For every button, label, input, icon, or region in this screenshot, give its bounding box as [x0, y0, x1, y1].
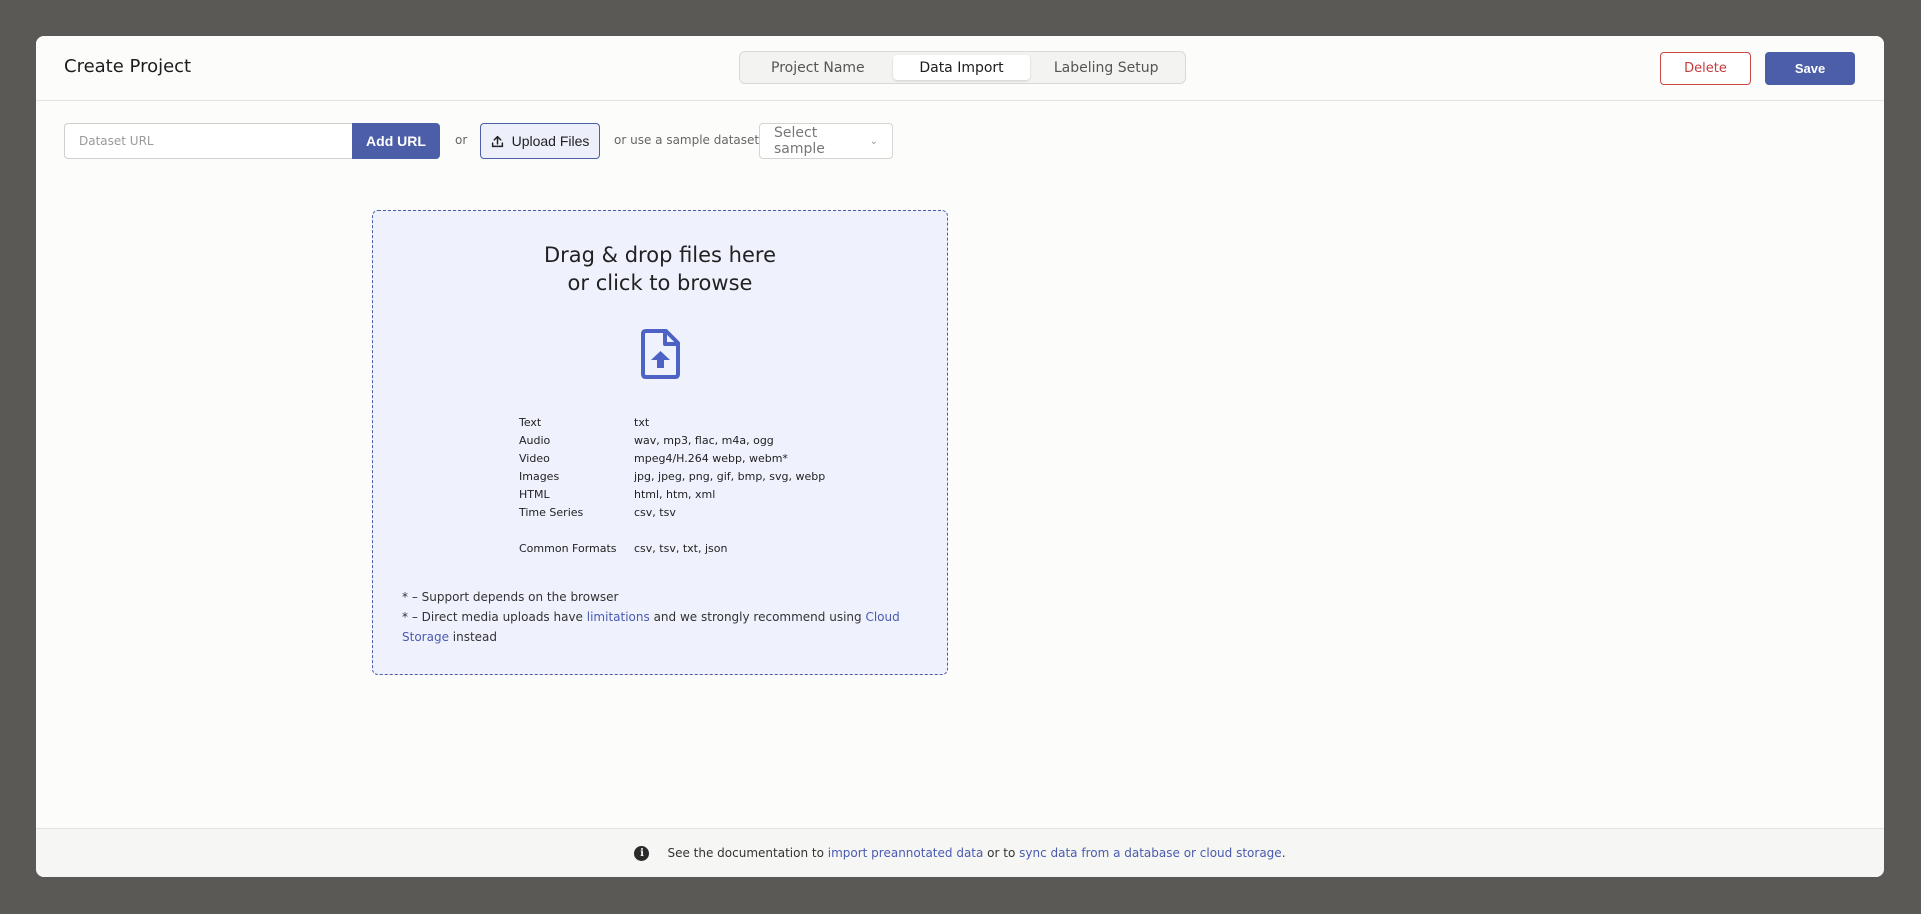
delete-button[interactable]: Delete	[1660, 52, 1751, 85]
format-extensions: csv, tsv, txt, json	[634, 542, 728, 555]
file-upload-icon	[641, 329, 680, 379]
sample-select[interactable]: Select sample ⌄	[759, 123, 893, 159]
format-extensions: txt	[634, 416, 650, 429]
format-extensions: csv, tsv	[634, 506, 676, 519]
format-extensions: wav, mp3, flac, m4a, ogg	[634, 434, 774, 447]
step-switcher: Project Name Data Import Labeling Setup	[739, 51, 1186, 84]
tab-labeling-setup[interactable]: Labeling Setup	[1030, 55, 1182, 80]
format-extensions: html, htm, xml	[634, 488, 716, 501]
or-label: or	[455, 133, 468, 147]
format-extensions: mpeg4/H.264 webp, webm*	[634, 452, 788, 465]
upload-files-label: Upload Files	[511, 133, 590, 149]
tab-data-import[interactable]: Data Import	[892, 55, 1031, 80]
dropzone-title-line2: or click to browse	[567, 271, 753, 295]
upload-notes: * – Support depends on the browser * – D…	[402, 587, 922, 647]
format-type: Text	[519, 416, 542, 429]
browser-support-note: * – Support depends on the browser	[402, 590, 619, 604]
format-type: Audio	[519, 434, 551, 447]
documentation-footer: i See the documentation to import preann…	[36, 828, 1884, 877]
sync-data-link[interactable]: sync data from a database or cloud stora…	[1019, 846, 1282, 860]
format-type: Common Formats	[519, 542, 617, 555]
footer-text-part: .	[1281, 846, 1286, 860]
footer-text: See the documentation to import preannot…	[667, 846, 1285, 860]
note-text: and we strongly recommend using	[649, 610, 866, 624]
import-preannotated-link[interactable]: import preannotated data	[828, 846, 984, 860]
chevron-down-icon: ⌄	[869, 135, 878, 147]
dataset-url-input[interactable]	[64, 123, 353, 159]
note-text: instead	[448, 630, 498, 644]
format-type: Images	[519, 470, 560, 483]
create-project-modal: Create Project Project Name Data Import …	[36, 36, 1884, 877]
sample-select-value: Select sample	[774, 125, 825, 157]
save-button[interactable]: Save	[1765, 52, 1855, 85]
format-type: HTML	[519, 488, 550, 501]
add-url-button[interactable]: Add URL	[352, 123, 440, 159]
format-extensions: jpg, jpeg, png, gif, bmp, svg, webp	[634, 470, 826, 483]
sample-dataset-label: or use a sample dataset	[614, 133, 760, 147]
page-title: Create Project	[64, 56, 192, 77]
footer-text-part: See the documentation to	[667, 846, 828, 860]
file-dropzone[interactable]: Drag & drop files here or click to brows…	[372, 210, 948, 675]
format-type: Video	[519, 452, 550, 465]
tab-project-name[interactable]: Project Name	[743, 55, 893, 80]
dropzone-title-line1: Drag & drop files here	[543, 243, 776, 267]
format-type: Time Series	[519, 506, 584, 519]
info-icon: i	[634, 845, 650, 861]
limitations-link[interactable]: limitations	[587, 610, 650, 624]
media-uploads-note: * – Direct media uploads have limitation…	[402, 607, 922, 647]
upload-files-button[interactable]: Upload Files	[480, 123, 600, 159]
upload-icon	[491, 135, 503, 147]
note-text: * – Direct media uploads have	[402, 610, 587, 624]
dropzone-title: Drag & drop files here or click to brows…	[373, 241, 947, 297]
modal-header: Create Project Project Name Data Import …	[36, 36, 1884, 101]
footer-text-part: or to	[983, 846, 1020, 860]
